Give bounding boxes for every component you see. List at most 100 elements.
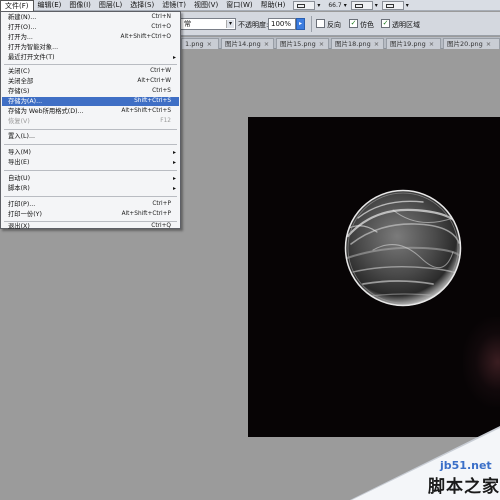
- menu-item-exit[interactable]: 退出(X) Ctrl+Q: [2, 222, 179, 231]
- opacity-label: 不透明度:: [238, 21, 269, 29]
- tab-document[interactable]: 图片14.png ×: [221, 38, 274, 49]
- menu-item-shortcut: Shift+Ctrl+S: [134, 98, 171, 104]
- tab-label: 图片20.png: [447, 40, 483, 48]
- menu-item-print[interactable]: 打印(P)... Ctrl+P: [2, 200, 179, 209]
- menu-help[interactable]: 帮助(H): [257, 0, 290, 11]
- menu-item-open-smart-object[interactable]: 打开为智能对象...: [2, 43, 179, 52]
- menu-window[interactable]: 窗口(W): [222, 0, 256, 11]
- menu-item-recent-files[interactable]: 最近打开文件(T) ▸: [2, 53, 179, 62]
- screen-mode-icon[interactable]: [293, 0, 316, 10]
- menu-layer[interactable]: 图层(L): [95, 0, 126, 11]
- menu-item-shortcut: Ctrl+S: [152, 88, 171, 94]
- menu-item-place[interactable]: 置入(L)...: [2, 132, 179, 141]
- chevron-down-icon[interactable]: ▾: [375, 2, 378, 9]
- chevron-down-icon[interactable]: ▾: [226, 20, 234, 28]
- menu-item-print-one-copy[interactable]: 打印一份(Y) Alt+Shift+Ctrl+P: [2, 210, 179, 219]
- menu-item-new[interactable]: 新建(N)... Ctrl+N: [2, 13, 179, 22]
- menu-item-export[interactable]: 导出(E) ▸: [2, 158, 179, 167]
- menu-item-label: 关闭全部: [8, 78, 34, 85]
- menu-item-close[interactable]: 关闭(C) Ctrl+W: [2, 67, 179, 76]
- tab-document[interactable]: 图片18.png ×: [331, 38, 384, 49]
- reverse-label: 反向: [327, 21, 341, 29]
- glass-sphere-image: [344, 189, 462, 307]
- tab-document[interactable]: 1.png ×: [181, 38, 219, 49]
- watermark-url: jb51.net: [440, 459, 492, 472]
- tab-label: 1.png: [185, 40, 204, 48]
- menu-item-label: 打开为智能对象...: [8, 44, 59, 51]
- blend-mode-value: 常: [184, 20, 191, 28]
- background-glow: [463, 317, 500, 407]
- dither-checkbox[interactable]: ✓: [349, 19, 358, 28]
- menu-item-shortcut: F12: [160, 118, 171, 124]
- menu-item-save-as[interactable]: 存储为(A)... Shift+Ctrl+S: [2, 97, 179, 106]
- menu-item-shortcut: Ctrl+W: [150, 68, 171, 74]
- close-icon[interactable]: ×: [207, 40, 212, 48]
- menu-item-label: 脚本(R): [8, 185, 30, 192]
- tab-document[interactable]: 图片15.png ×: [276, 38, 329, 49]
- tab-label: 图片19.png: [390, 40, 426, 48]
- close-icon[interactable]: ×: [486, 40, 491, 48]
- tab-label: 图片14.png: [225, 40, 261, 48]
- menu-item-open[interactable]: 打开(O)... Ctrl+O: [2, 23, 179, 32]
- menu-item-shortcut: Alt+Shift+Ctrl+O: [120, 34, 171, 40]
- menu-item-label: 自动(U): [8, 175, 31, 182]
- menu-item-label: 置入(L)...: [8, 133, 36, 140]
- opacity-slider-button[interactable]: ▸: [296, 18, 305, 30]
- transparency-label: 透明区域: [392, 21, 420, 29]
- menu-divider: [4, 144, 177, 145]
- submenu-arrow-icon: ▸: [172, 159, 176, 166]
- tab-label: 图片15.png: [280, 40, 316, 48]
- reverse-checkbox[interactable]: [316, 19, 325, 28]
- menu-item-scripts[interactable]: 脚本(R) ▸: [2, 184, 179, 193]
- menu-item-label: 导入(M): [8, 149, 31, 156]
- menu-item-label: 存储为 Web所用格式(D)...: [8, 108, 84, 115]
- menu-edit[interactable]: 编辑(E): [34, 0, 66, 11]
- menu-divider: [4, 196, 177, 197]
- menu-item-label: 关闭(C): [8, 68, 30, 75]
- screen-layout-icon[interactable]: [381, 0, 404, 10]
- menu-select[interactable]: 选择(S): [126, 0, 158, 11]
- blend-mode-select[interactable]: 常 ▾: [180, 18, 236, 30]
- menu-item-close-all[interactable]: 关闭全部 Alt+Ctrl+W: [2, 77, 179, 86]
- menu-item-save[interactable]: 存储(S) Ctrl+S: [2, 87, 179, 96]
- menu-view[interactable]: 视图(V): [190, 0, 222, 11]
- close-icon[interactable]: ×: [319, 40, 324, 48]
- menu-item-shortcut: Ctrl+O: [151, 24, 171, 30]
- opacity-input[interactable]: 100%: [268, 18, 296, 30]
- dither-label: 仿色: [360, 21, 374, 29]
- close-icon[interactable]: ×: [374, 40, 379, 48]
- menu-item-save-for-web[interactable]: 存储为 Web所用格式(D)... Alt+Shift+Ctrl+S: [2, 107, 179, 116]
- menu-item-import[interactable]: 导入(M) ▸: [2, 148, 179, 157]
- menu-item-label: 新建(N)...: [8, 14, 37, 21]
- chevron-down-icon[interactable]: ▾: [406, 2, 409, 9]
- zoom-level[interactable]: 66.7: [328, 2, 341, 9]
- menu-item-label: 最近打开文件(T): [8, 54, 55, 61]
- transparency-checkbox[interactable]: ✓: [381, 19, 390, 28]
- tab-label: 图片18.png: [335, 40, 371, 48]
- menu-item-label: 打开(O)...: [8, 24, 37, 31]
- menu-item-shortcut: Ctrl+N: [151, 14, 171, 20]
- menu-item-open-as[interactable]: 打开为... Alt+Shift+Ctrl+O: [2, 33, 179, 42]
- tab-document[interactable]: 图片19.png ×: [386, 38, 441, 49]
- menu-item-label: 打开为...: [8, 34, 33, 41]
- watermark-name: 脚本之家: [428, 477, 500, 497]
- menu-file[interactable]: 文件(F): [0, 0, 34, 11]
- tab-document[interactable]: 图片20.png ×: [443, 38, 500, 49]
- menu-divider: [4, 64, 177, 65]
- chevron-down-icon[interactable]: ▾: [317, 2, 320, 9]
- menu-item-shortcut: Alt+Ctrl+W: [137, 78, 171, 84]
- menu-item-label: 恢复(V): [8, 118, 30, 125]
- submenu-arrow-icon: ▸: [172, 175, 176, 182]
- close-icon[interactable]: ×: [429, 40, 434, 48]
- arrange-documents-icon[interactable]: [350, 0, 373, 10]
- menu-image[interactable]: 图像(I): [65, 0, 95, 11]
- menu-divider: [4, 170, 177, 171]
- menu-item-label: 导出(E): [8, 159, 30, 166]
- menu-item-shortcut: Alt+Shift+Ctrl+S: [121, 108, 171, 114]
- menu-item-label: 存储(S): [8, 88, 30, 95]
- menu-filter[interactable]: 滤镜(T): [158, 0, 190, 11]
- chevron-down-icon[interactable]: ▾: [344, 2, 347, 9]
- document-canvas[interactable]: [248, 117, 500, 437]
- close-icon[interactable]: ×: [264, 40, 269, 48]
- menu-item-automate[interactable]: 自动(U) ▸: [2, 174, 179, 183]
